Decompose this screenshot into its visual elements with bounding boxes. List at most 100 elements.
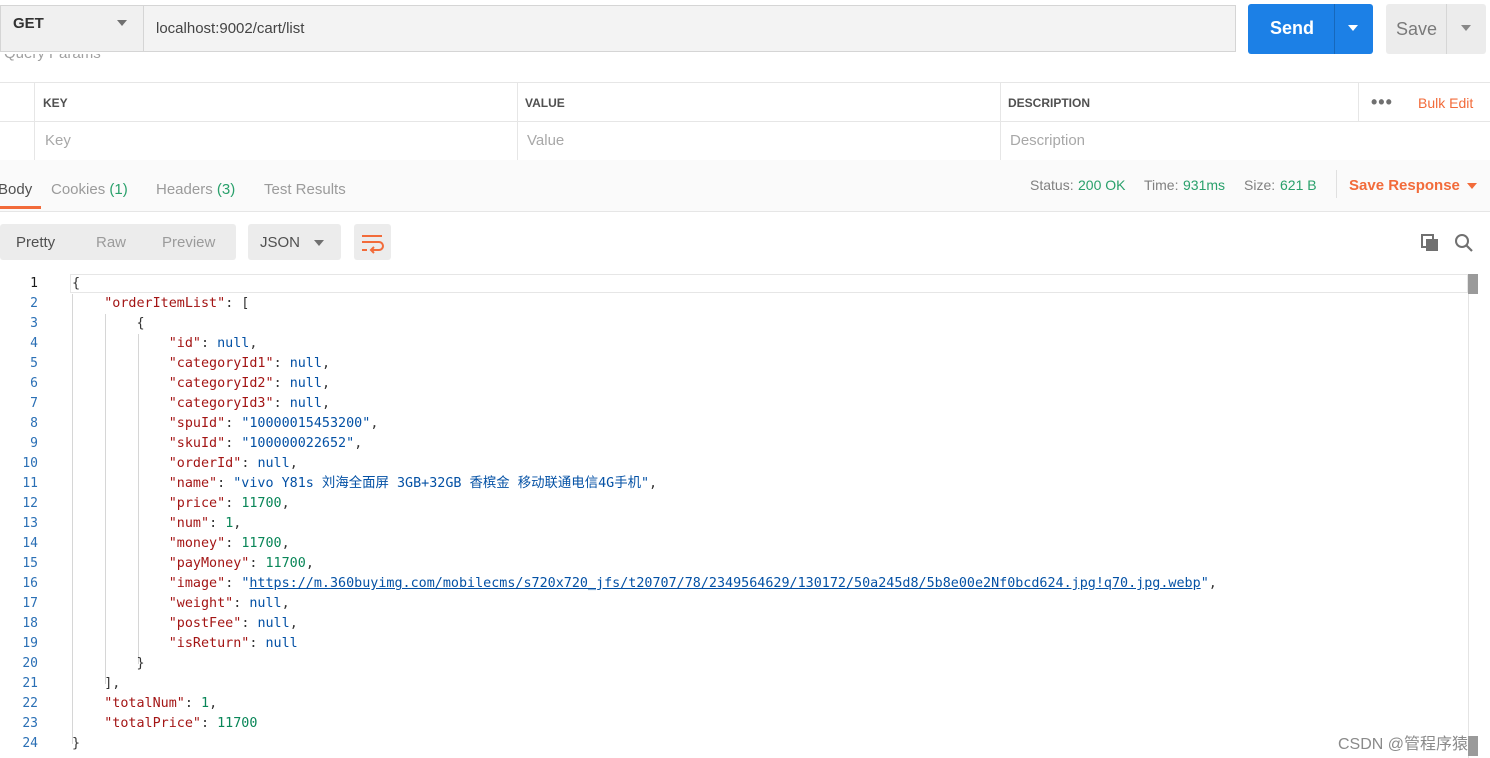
tab-cookies[interactable]: Cookies (1)	[51, 181, 128, 198]
line-number: 13	[22, 516, 38, 531]
method-label: GET	[13, 15, 44, 32]
line-number: 17	[22, 596, 38, 611]
line-number: 4	[30, 336, 38, 351]
code-line: "weight": null,	[168, 596, 290, 611]
line-number: 20	[22, 656, 38, 671]
line-number: 6	[30, 376, 38, 391]
line-number: 1	[30, 276, 38, 291]
view-raw-button[interactable]: Raw	[96, 234, 126, 251]
tab-test-results[interactable]: Test Results	[264, 181, 346, 198]
save-options-chevron-icon[interactable]	[1461, 25, 1471, 31]
scrollbar-thumb-top[interactable]	[1468, 274, 1478, 294]
chevron-down-icon	[117, 20, 127, 26]
query-params-heading: Query Params	[4, 54, 101, 62]
meta-divider	[1336, 170, 1337, 198]
col-divider	[1000, 82, 1001, 160]
tab-body[interactable]: Body	[0, 181, 32, 198]
status-value: 200 OK	[1078, 177, 1126, 193]
time-label: Time:	[1144, 177, 1179, 193]
code-line: "isReturn": null	[168, 636, 298, 651]
code-line: "spuId": "10000015453200",	[168, 416, 379, 431]
chevron-down-icon	[314, 240, 324, 246]
code-line: "orderId": null,	[168, 456, 298, 471]
view-pretty-button[interactable]: Pretty	[16, 234, 55, 251]
tab-headers[interactable]: Headers (3)	[156, 181, 235, 198]
url-input[interactable]	[143, 5, 1236, 52]
url-value: localhost:9002/cart/list	[156, 20, 305, 37]
code-line: "num": 1,	[168, 516, 242, 531]
col-divider	[1358, 82, 1359, 121]
code-line: "orderItemList": [	[104, 296, 250, 311]
line-number: 5	[30, 356, 38, 371]
line-number: 16	[22, 576, 38, 591]
active-line-highlight	[70, 274, 1468, 293]
line-number: 7	[30, 396, 38, 411]
size-value: 621 B	[1280, 177, 1317, 193]
code-line: "skuId": "100000022652",	[168, 436, 363, 451]
key-input[interactable]: Key	[45, 132, 71, 149]
chevron-down-icon[interactable]	[1467, 183, 1477, 189]
size-label: Size:	[1244, 177, 1276, 193]
code-line: {	[72, 316, 145, 331]
tab-headers-count: (3)	[216, 181, 236, 198]
col-header-value: VALUE	[525, 96, 565, 110]
code-line: ],	[72, 676, 121, 691]
code-line: "money": 11700,	[168, 536, 290, 551]
time-value: 931ms	[1183, 177, 1226, 193]
col-divider	[34, 82, 35, 160]
line-number: 24	[22, 736, 38, 751]
line-number: 11	[22, 476, 38, 491]
line-number: 2	[30, 296, 38, 311]
line-number: 14	[22, 536, 38, 551]
code-line: "totalNum": 1,	[104, 696, 218, 711]
wrap-lines-button[interactable]	[354, 224, 391, 260]
code-line: "id": null,	[168, 336, 258, 351]
code-line: }	[72, 736, 81, 751]
watermark: CSDN @管程序猿	[1338, 736, 1469, 753]
code-line: "categoryId1": null,	[168, 356, 330, 371]
send-divider	[1334, 4, 1335, 54]
code-line: }	[72, 656, 145, 671]
send-options-chevron-icon[interactable]	[1348, 25, 1358, 31]
save-divider	[1446, 4, 1447, 54]
copy-icon[interactable]	[1421, 234, 1439, 252]
bulk-edit-link[interactable]: Bulk Edit	[1418, 95, 1473, 111]
code-line: "categoryId2": null,	[168, 376, 330, 391]
status-label: Status:	[1030, 177, 1074, 193]
save-response-button[interactable]: Save Response	[1349, 177, 1460, 194]
ellipsis-icon[interactable]: •••	[1371, 92, 1393, 113]
wrap-lines-icon	[362, 235, 384, 254]
col-header-key: KEY	[43, 96, 68, 110]
tab-cookies-label: Cookies	[51, 181, 106, 198]
code-line: "categoryId3": null,	[168, 396, 330, 411]
scrollbar-thumb-bottom[interactable]	[1468, 736, 1478, 756]
code-line: "postFee": null,	[168, 616, 298, 631]
send-label: Send	[1270, 18, 1315, 38]
format-label: JSON	[260, 234, 301, 251]
line-number: 15	[22, 556, 38, 571]
line-number: 21	[22, 676, 38, 691]
code-line: "totalPrice": 11700	[104, 716, 258, 731]
tab-headers-label: Headers	[156, 181, 213, 198]
value-input[interactable]: Value	[527, 132, 564, 149]
search-icon[interactable]	[1454, 233, 1474, 253]
line-number: 12	[22, 496, 38, 511]
line-number: 18	[22, 616, 38, 631]
description-input[interactable]: Description	[1010, 132, 1085, 149]
code-line: "payMoney": 11700,	[168, 556, 314, 571]
code-line: {	[72, 276, 81, 291]
line-number: 9	[30, 436, 38, 451]
vertical-scrollbar-track[interactable]	[1468, 274, 1469, 758]
line-number: 8	[30, 416, 38, 431]
code-line: "image": "https://m.360buyimg.com/mobile…	[168, 576, 1217, 591]
params-header-row	[0, 82, 1490, 122]
line-number: 3	[30, 316, 38, 331]
view-preview-button[interactable]: Preview	[162, 234, 215, 251]
query-params-heading-clip: Query Params	[0, 54, 300, 66]
code-line: "name": "vivo Y81s 刘海全面屏 3GB+32GB 香槟金 移动…	[168, 476, 658, 491]
col-header-description: DESCRIPTION	[1008, 96, 1091, 110]
tab-cookies-count: (1)	[109, 181, 128, 198]
line-number: 10	[22, 456, 38, 471]
line-number: 22	[22, 696, 38, 711]
line-number: 23	[22, 716, 38, 731]
